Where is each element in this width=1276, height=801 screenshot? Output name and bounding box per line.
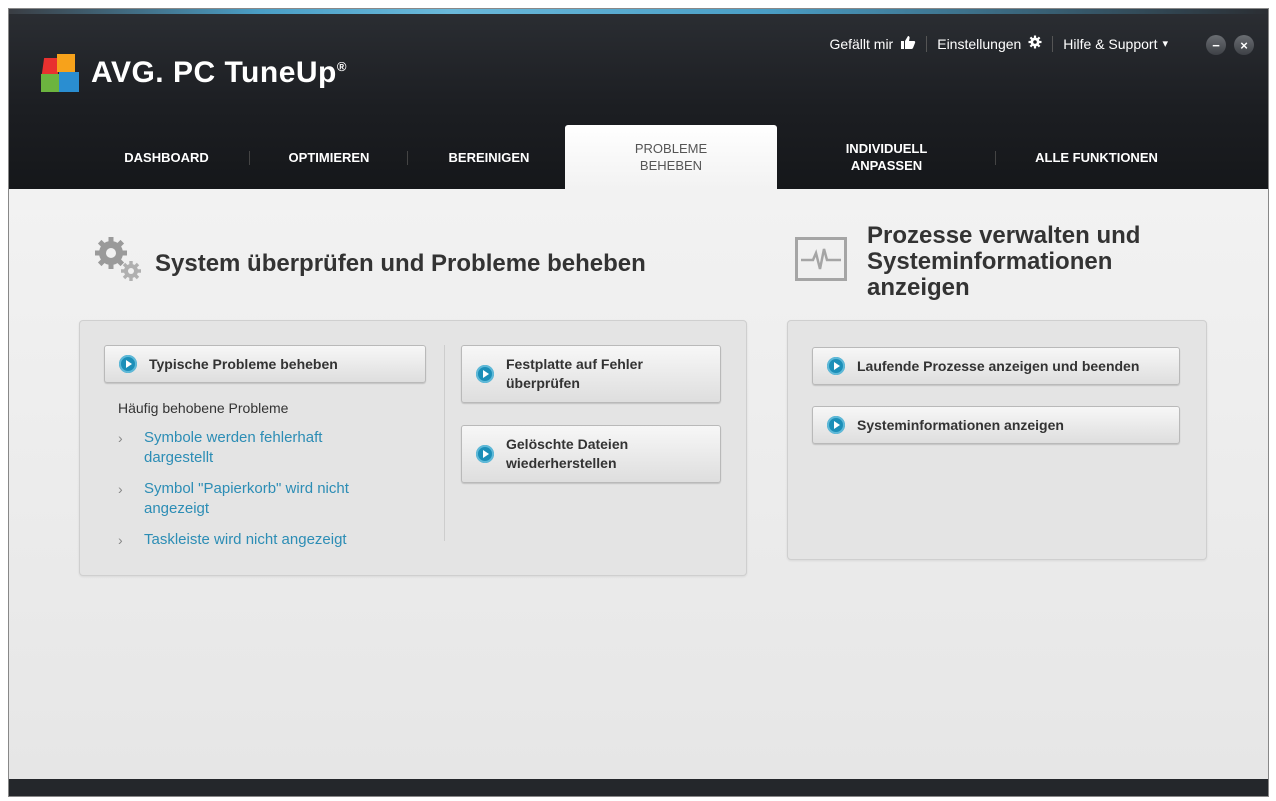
settings-label: Einstellungen bbox=[937, 35, 1022, 52]
right-section-header: Prozesse verwalten und Systeminformation… bbox=[795, 223, 1140, 301]
check-disk-button[interactable]: Festplatte auf Fehler überprüfen bbox=[461, 345, 721, 403]
help-support-menu[interactable]: Hilfe & Support ▾ bbox=[1053, 36, 1178, 52]
play-icon bbox=[119, 355, 137, 373]
main-tabs: DASHBOARD OPTIMIEREN BEREINIGEN PROBLEME… bbox=[9, 125, 1268, 189]
tab-divider bbox=[249, 151, 250, 165]
close-button[interactable]: × bbox=[1234, 35, 1254, 55]
header-bar: AVG. PC TuneUp® Gefällt mir Einstellunge… bbox=[9, 9, 1268, 189]
play-icon bbox=[827, 357, 845, 375]
window-controls: − × bbox=[1206, 35, 1254, 55]
left-section-title: System überprüfen und Probleme beheben bbox=[155, 250, 646, 277]
right-panel: Laufende Prozesse anzeigen und beenden S… bbox=[787, 320, 1207, 560]
like-link[interactable]: Gefällt mir bbox=[819, 35, 926, 52]
tab-bereinigen[interactable]: BEREINIGEN bbox=[419, 125, 559, 189]
gears-icon bbox=[91, 233, 147, 285]
tab-alle-funktionen[interactable]: ALLE FUNKTIONEN bbox=[1009, 125, 1184, 189]
issue-link-symbols[interactable]: › Symbole werden fehlerhaft dargestellt bbox=[118, 428, 322, 468]
common-problems-heading: Häufig behobene Probleme bbox=[118, 400, 289, 416]
tab-individuell-anpassen[interactable]: INDIVIDUELL ANPASSEN bbox=[799, 125, 974, 189]
chevron-right-icon: › bbox=[118, 532, 123, 548]
right-section-title: Prozesse verwalten und Systeminformation… bbox=[867, 222, 1141, 301]
system-info-label: Systeminformationen anzeigen bbox=[857, 416, 1064, 433]
issue-label: Symbol "Papierkorb" wird nicht angezeigt bbox=[144, 480, 349, 517]
issue-label: Symbole werden fehlerhaft dargestellt bbox=[144, 429, 323, 466]
issue-label: Taskleiste wird nicht angezeigt bbox=[144, 531, 347, 548]
typical-problems-button[interactable]: Typische Probleme beheben bbox=[104, 345, 426, 383]
tab-divider bbox=[407, 151, 408, 165]
app-logo: AVG. PC TuneUp® bbox=[39, 49, 347, 97]
gear-icon bbox=[1028, 35, 1042, 52]
activity-monitor-icon bbox=[795, 237, 847, 281]
issue-link-taskbar[interactable]: › Taskleiste wird nicht angezeigt bbox=[118, 530, 347, 550]
restore-files-button[interactable]: Gelöschte Dateien wiederherstellen bbox=[461, 425, 721, 483]
play-icon bbox=[476, 445, 494, 463]
header-accent-line bbox=[9, 9, 1268, 14]
restore-files-label: Gelöschte Dateien wiederherstellen bbox=[506, 436, 629, 471]
tab-divider bbox=[995, 151, 996, 165]
app-name: AVG. PC TuneUp® bbox=[91, 56, 347, 90]
caret-down-icon: ▾ bbox=[1162, 38, 1168, 50]
chevron-right-icon: › bbox=[118, 430, 123, 446]
running-processes-label: Laufende Prozesse anzeigen und beenden bbox=[857, 357, 1140, 374]
left-section-header: System überprüfen und Probleme beheben bbox=[91, 233, 646, 285]
tab-dashboard[interactable]: DASHBOARD bbox=[89, 125, 244, 189]
minimize-button[interactable]: − bbox=[1206, 35, 1226, 55]
issue-link-recycle-bin[interactable]: › Symbol "Papierkorb" wird nicht angezei… bbox=[118, 479, 349, 519]
top-links: Gefällt mir Einstellungen Hilfe & Suppor… bbox=[819, 35, 1178, 52]
app-name-text: AVG. PC TuneUp bbox=[91, 56, 337, 89]
panel-divider bbox=[444, 345, 445, 541]
main-content: System überprüfen und Probleme beheben T… bbox=[9, 189, 1268, 783]
running-processes-button[interactable]: Laufende Prozesse anzeigen und beenden bbox=[812, 347, 1180, 385]
like-label: Gefällt mir bbox=[829, 35, 894, 52]
tab-probleme-beheben[interactable]: PROBLEME BEHEBEN bbox=[565, 125, 777, 189]
thumbs-up-icon bbox=[900, 35, 916, 52]
check-disk-label: Festplatte auf Fehler überprüfen bbox=[506, 356, 643, 391]
app-window: AVG. PC TuneUp® Gefällt mir Einstellunge… bbox=[8, 8, 1269, 797]
system-info-button[interactable]: Systeminformationen anzeigen bbox=[812, 406, 1180, 444]
avg-logo-icon bbox=[39, 50, 85, 96]
typical-problems-label: Typische Probleme beheben bbox=[149, 355, 338, 372]
registered-mark: ® bbox=[336, 59, 347, 74]
play-icon bbox=[827, 416, 845, 434]
play-icon bbox=[476, 365, 494, 383]
chevron-right-icon: › bbox=[118, 481, 123, 497]
footer-bar bbox=[9, 779, 1268, 796]
left-panel: Typische Probleme beheben Häufig behoben… bbox=[79, 320, 747, 576]
settings-link[interactable]: Einstellungen bbox=[927, 35, 1052, 52]
tab-optimieren[interactable]: OPTIMIEREN bbox=[259, 125, 399, 189]
help-label: Hilfe & Support bbox=[1063, 35, 1158, 52]
